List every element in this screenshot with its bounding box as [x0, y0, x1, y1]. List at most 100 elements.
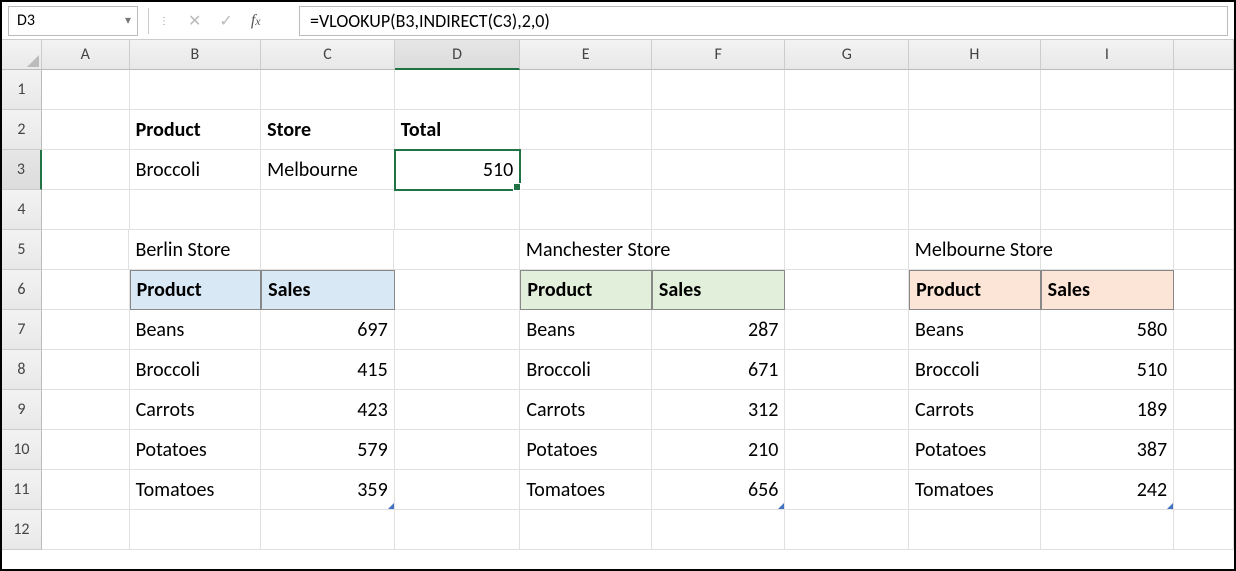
cell-header-product[interactable]: Product	[130, 110, 262, 150]
cell[interactable]	[520, 190, 652, 230]
cell[interactable]	[1174, 230, 1234, 270]
cell[interactable]	[785, 70, 909, 110]
cell[interactable]	[395, 350, 521, 390]
cell[interactable]	[1174, 70, 1234, 110]
cell[interactable]	[909, 190, 1041, 230]
cell-product-value[interactable]: Broccoli	[130, 150, 262, 190]
table-row[interactable]: 189	[1041, 390, 1175, 430]
cell[interactable]	[785, 110, 909, 150]
select-all-triangle[interactable]	[2, 40, 42, 70]
row-header-10[interactable]: 10	[2, 430, 42, 470]
col-header-e[interactable]: E	[520, 40, 652, 70]
row-header-4[interactable]: 4	[2, 190, 42, 230]
cell[interactable]	[520, 510, 652, 550]
cell[interactable]	[1041, 70, 1175, 110]
cell[interactable]	[261, 510, 395, 550]
cell[interactable]	[652, 70, 786, 110]
cell[interactable]	[395, 470, 521, 510]
col-header-i[interactable]: I	[1041, 40, 1175, 70]
cell[interactable]	[394, 230, 519, 270]
row-header-7[interactable]: 7	[2, 310, 42, 350]
table-row[interactable]: Carrots	[130, 390, 262, 430]
table-row[interactable]: Tomatoes	[130, 470, 262, 510]
cell[interactable]	[1041, 110, 1175, 150]
name-box[interactable]: D3 ▾	[8, 6, 138, 36]
cell[interactable]	[1174, 350, 1234, 390]
cell[interactable]	[42, 350, 130, 390]
cell[interactable]	[1174, 110, 1234, 150]
cell[interactable]	[785, 390, 909, 430]
cell[interactable]	[652, 190, 786, 230]
table-row[interactable]: Potatoes	[909, 430, 1041, 470]
table-row[interactable]: 242	[1041, 470, 1175, 510]
cell-store-value[interactable]: Melbourne	[261, 150, 395, 190]
cell-header-store[interactable]: Store	[261, 110, 395, 150]
table-row[interactable]: 423	[261, 390, 395, 430]
table-row[interactable]: 510	[1041, 350, 1175, 390]
col-header-d[interactable]: D	[395, 40, 521, 70]
cell[interactable]	[785, 270, 909, 310]
cell[interactable]	[395, 510, 521, 550]
table-row[interactable]: 359	[261, 470, 395, 510]
cell[interactable]	[42, 510, 130, 550]
col-header-h[interactable]: H	[909, 40, 1041, 70]
cell[interactable]	[42, 110, 130, 150]
cell[interactable]	[42, 270, 130, 310]
cell-total-value[interactable]: 510	[395, 150, 521, 190]
cancel-icon[interactable]: ✕	[188, 11, 201, 31]
table-row[interactable]: 312	[652, 390, 786, 430]
melbourne-header-sales[interactable]: Sales	[1041, 270, 1175, 310]
cell[interactable]	[1174, 470, 1234, 510]
cell[interactable]	[1041, 190, 1175, 230]
cell[interactable]	[520, 150, 652, 190]
cell[interactable]	[785, 510, 909, 550]
cell[interactable]	[785, 190, 909, 230]
row-header-9[interactable]: 9	[2, 390, 42, 430]
cell[interactable]	[652, 510, 786, 550]
cell[interactable]	[395, 190, 521, 230]
cell[interactable]	[130, 70, 262, 110]
table-row[interactable]: Broccoli	[909, 350, 1041, 390]
berlin-header-sales[interactable]: Sales	[261, 270, 395, 310]
manchester-header-sales[interactable]: Sales	[652, 270, 786, 310]
table-row[interactable]: Carrots	[520, 390, 652, 430]
row-header-12[interactable]: 12	[2, 510, 42, 550]
melbourne-store-title[interactable]: Melbourne Store	[909, 230, 1041, 270]
table-row[interactable]: 415	[261, 350, 395, 390]
manchester-store-title[interactable]: Manchester Store	[520, 230, 652, 270]
cell[interactable]	[652, 110, 786, 150]
col-header-b[interactable]: B	[130, 40, 262, 70]
row-header-1[interactable]: 1	[2, 70, 42, 110]
table-row[interactable]: Beans	[130, 310, 262, 350]
cell[interactable]	[785, 470, 909, 510]
table-row[interactable]: 656	[652, 470, 786, 510]
melbourne-header-product[interactable]: Product	[909, 270, 1041, 310]
berlin-store-title[interactable]: Berlin Store	[129, 230, 260, 270]
table-row[interactable]: 671	[652, 350, 786, 390]
cell[interactable]	[785, 310, 909, 350]
cell[interactable]	[42, 430, 130, 470]
row-header-6[interactable]: 6	[2, 270, 42, 310]
cell[interactable]	[42, 390, 130, 430]
cell[interactable]	[1174, 150, 1234, 190]
cell[interactable]	[42, 70, 130, 110]
cell[interactable]	[1174, 310, 1234, 350]
table-row[interactable]: 210	[652, 430, 786, 470]
cell-header-total[interactable]: Total	[395, 110, 521, 150]
cell[interactable]	[395, 390, 521, 430]
cell[interactable]	[1041, 510, 1175, 550]
cell[interactable]	[785, 430, 909, 470]
row-header-8[interactable]: 8	[2, 350, 42, 390]
cell[interactable]	[909, 70, 1041, 110]
table-row[interactable]: Potatoes	[520, 430, 652, 470]
cell[interactable]	[395, 430, 521, 470]
cell[interactable]	[909, 110, 1041, 150]
cell[interactable]	[1174, 430, 1234, 470]
cell[interactable]	[1174, 190, 1234, 230]
cell[interactable]	[785, 230, 908, 270]
table-row[interactable]: 387	[1041, 430, 1175, 470]
cell[interactable]	[1174, 390, 1234, 430]
table-row[interactable]: 697	[261, 310, 395, 350]
cell[interactable]	[520, 70, 652, 110]
cell[interactable]	[909, 510, 1041, 550]
